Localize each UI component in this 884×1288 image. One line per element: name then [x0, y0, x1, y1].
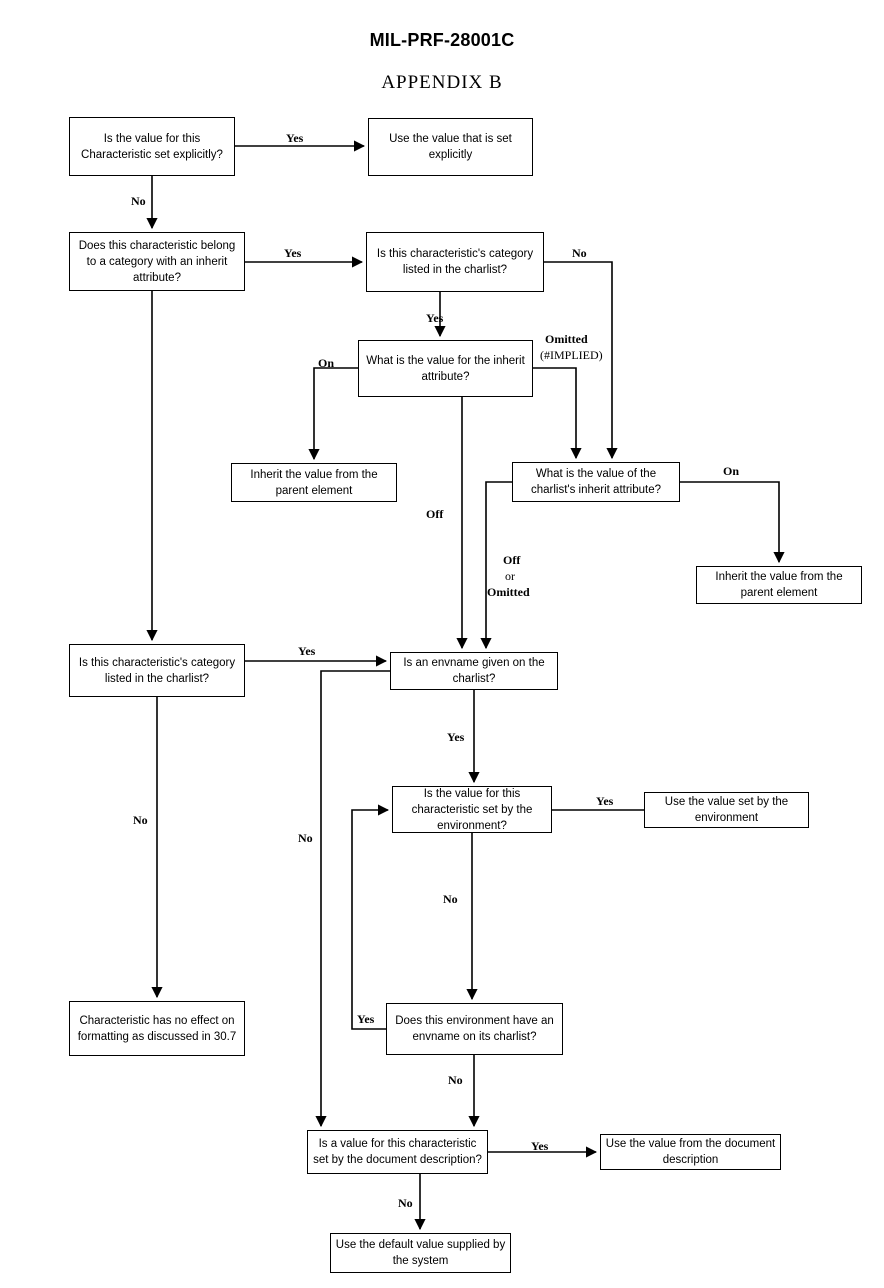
node-label: Inherit the value from the parent elemen…: [715, 571, 843, 599]
edge-label-omitted-charlist-inherit: Omitted: [487, 585, 530, 599]
node-use-value-from-document-description[interactable]: Use the value from the document descript…: [600, 1134, 781, 1170]
node-category-with-inherit-attribute[interactable]: Does this characteristic belong to a cat…: [69, 232, 245, 291]
node-category-listed-in-charlist-lower[interactable]: Is this characteristic's category listed…: [69, 644, 245, 697]
edge-n14-yes-n11: [351, 804, 390, 1030]
edge-label-yes-environment-value: Yes: [596, 794, 614, 808]
node-characteristic-has-no-effect[interactable]: Characteristic has no effect on formatti…: [69, 1001, 245, 1056]
node-value-of-charlist-inherit-attribute[interactable]: What is the value of the charlist's inhe…: [512, 462, 680, 502]
edge-label-off-charlist-inherit: Off: [503, 553, 521, 567]
node-environment-has-envname[interactable]: Does this environment have an envname on…: [386, 1003, 563, 1055]
edge-label-no-explicit: No: [131, 194, 146, 208]
node-inherit-from-parent-left[interactable]: Inherit the value from the parent elemen…: [231, 463, 397, 502]
node-use-value-set-by-environment[interactable]: Use the value set by the environment: [644, 792, 809, 828]
node-label: Is the value for this characteristic set…: [411, 787, 533, 832]
node-label: What is the value for the inherit attrib…: [366, 354, 525, 383]
node-label: Inherit the value from the parent elemen…: [250, 468, 378, 497]
edge-label-yes-envname-charlist: Yes: [447, 730, 465, 744]
flowchart-page: MIL-PRF-28001C APPENDIX B Is the value f…: [0, 0, 884, 1288]
edge-label-yes-inherit-category: Yes: [284, 246, 302, 260]
edge-label-yes-environment-envname: Yes: [357, 1012, 375, 1026]
node-value-set-by-environment[interactable]: Is the value for this characteristic set…: [392, 786, 552, 833]
edge-n7-on-n8: [680, 481, 785, 564]
edge-label-yes-charlist-upper: Yes: [426, 311, 444, 325]
node-label: Does this environment have an envname on…: [395, 1015, 554, 1043]
node-label: Is this characteristic's category listed…: [376, 248, 534, 276]
edge-label-yes-charlist-lower: Yes: [298, 644, 316, 658]
edge-n10-no-n15: [315, 670, 390, 1128]
edge-label-implied-inherit-attribute: (#IMPLIED): [540, 348, 603, 362]
node-is-value-set-explicitly[interactable]: Is the value for this Characteristic set…: [69, 117, 235, 176]
node-label: Is this characteristic's category listed…: [78, 656, 236, 685]
edge-n5-on-n6: [308, 367, 358, 461]
node-inherit-from-parent-right[interactable]: Inherit the value from the parent elemen…: [696, 566, 862, 604]
edge-label-no-document-description: No: [398, 1196, 413, 1210]
node-label: Characteristic has no effect on formatti…: [77, 1014, 237, 1043]
node-label: Use the default value supplied by the sy…: [335, 1239, 506, 1267]
edge-label-no-environment-envname: No: [448, 1073, 463, 1087]
node-use-default-value-from-system[interactable]: Use the default value supplied by the sy…: [330, 1233, 511, 1273]
node-label: Use the value set by the environment: [664, 796, 789, 824]
edge-label-off-inherit-attribute: Off: [426, 507, 444, 521]
edge-label-yes-explicit: Yes: [286, 131, 304, 145]
edge-label-no-environment-value: No: [443, 892, 458, 906]
edge-n5-omitted-n7: [533, 367, 582, 460]
node-label: Use the value that is set explicitly: [389, 133, 512, 161]
edge-label-no-charlist-lower: No: [133, 813, 148, 827]
node-label: Does this characteristic belong to a cat…: [78, 239, 236, 284]
node-envname-given-on-charlist[interactable]: Is an envname given on the charlist?: [390, 652, 558, 690]
node-value-of-inherit-attribute[interactable]: What is the value for the inherit attrib…: [358, 340, 533, 397]
node-label: Is an envname given on the charlist?: [403, 657, 545, 685]
edge-label-omitted-inherit-attribute: Omitted: [545, 332, 588, 346]
node-use-value-set-explicitly[interactable]: Use the value that is set explicitly: [368, 118, 533, 176]
node-label: Use the value from the document descript…: [605, 1138, 776, 1166]
node-category-listed-in-charlist-upper[interactable]: Is this characteristic's category listed…: [366, 232, 544, 292]
node-label: Is the value for this Characteristic set…: [81, 132, 223, 161]
node-label: Is a value for this characteristic set b…: [313, 1138, 482, 1166]
edge-label-yes-document-description: Yes: [531, 1139, 549, 1153]
node-label: What is the value of the charlist's inhe…: [530, 468, 662, 496]
edge-label-no-charlist-upper: No: [572, 246, 587, 260]
edge-label-on-charlist-inherit: On: [723, 464, 740, 478]
node-value-set-by-document-description[interactable]: Is a value for this characteristic set b…: [307, 1130, 488, 1174]
edge-label-on-inherit-attribute: On: [318, 356, 335, 370]
edge-label-no-envname-charlist: No: [298, 831, 313, 845]
edge-label-or-charlist-inherit: or: [505, 569, 515, 583]
